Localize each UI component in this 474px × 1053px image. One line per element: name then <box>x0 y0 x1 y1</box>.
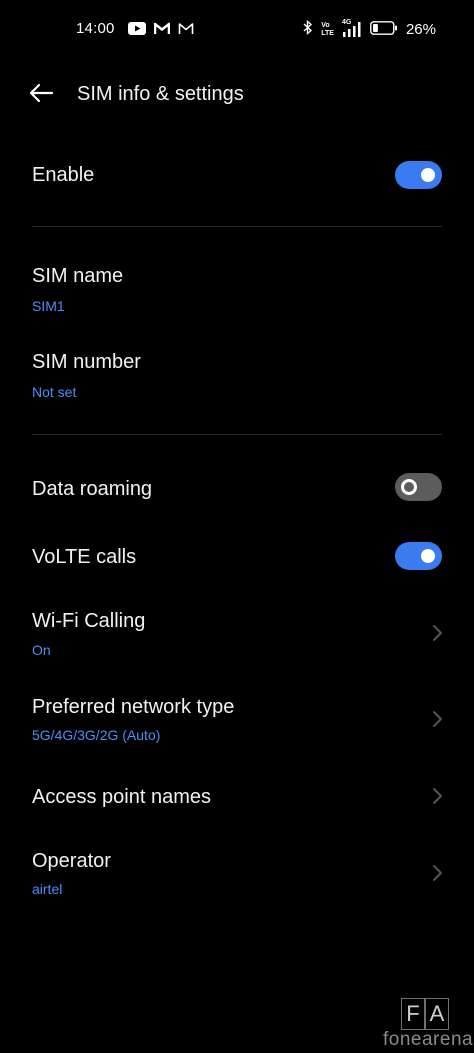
divider <box>32 226 442 227</box>
battery-percent: 26% <box>405 21 436 38</box>
enable-setting[interactable]: Enable <box>0 148 474 204</box>
data-roaming-toggle[interactable] <box>395 473 442 501</box>
fonearena-watermark: F A fonearena <box>383 998 474 1053</box>
watermark-letter: A <box>425 998 449 1030</box>
volte-calls-label: VoLTE calls <box>32 546 137 568</box>
toggle-knob <box>401 479 417 495</box>
wifi-calling-value: On <box>32 642 51 658</box>
gmail-icon <box>178 22 194 40</box>
preferred-network-type-setting[interactable]: Preferred network type 5G/4G/3G/2G (Auto… <box>0 684 474 752</box>
youtube-icon <box>128 22 146 40</box>
enable-toggle[interactable] <box>395 161 442 189</box>
app-bar: SIM info & settings <box>0 74 474 118</box>
signal-4g-icon: 4G <box>342 19 362 37</box>
sim-name-value: SIM1 <box>32 298 65 314</box>
status-bar: 14:00 Vo LTE 4G 26% <box>0 0 474 60</box>
preferred-network-type-value: 5G/4G/3G/2G (Auto) <box>32 727 161 743</box>
access-point-names-setting[interactable]: Access point names <box>0 770 474 826</box>
gmail-icon <box>153 22 171 40</box>
sim-name-label: SIM name <box>32 265 124 287</box>
volte-calls-setting[interactable]: VoLTE calls <box>0 528 474 584</box>
volte-label-bottom: LTE <box>321 29 334 37</box>
arrow-left-icon <box>28 83 54 108</box>
notification-icons <box>128 22 194 40</box>
sim-name-setting[interactable]: SIM name SIM1 <box>0 252 474 320</box>
back-button[interactable] <box>24 80 58 110</box>
operator-label: Operator <box>32 850 111 872</box>
system-icons: Vo LTE 4G 26% <box>303 19 436 39</box>
volte-icon: Vo LTE <box>321 22 334 38</box>
chevron-right-icon <box>430 786 444 806</box>
watermark-letter: F <box>401 998 425 1030</box>
preferred-network-type-label: Preferred network type <box>32 696 235 718</box>
sim-number-value: Not set <box>32 384 77 400</box>
operator-setting[interactable]: Operator airtel <box>0 838 474 906</box>
operator-value: airtel <box>32 881 63 897</box>
page-title: SIM info & settings <box>77 83 244 105</box>
sim-number-setting[interactable]: SIM number Not set <box>0 338 474 406</box>
wifi-calling-label: Wi-Fi Calling <box>32 610 146 632</box>
divider <box>32 434 442 435</box>
bluetooth-icon <box>303 19 313 39</box>
chevron-right-icon <box>430 623 444 643</box>
sim-number-label: SIM number <box>32 351 141 373</box>
volte-calls-toggle[interactable] <box>395 542 442 570</box>
volte-label-top: Vo <box>321 21 330 29</box>
watermark-text: fonearena <box>383 1029 474 1050</box>
chevron-right-icon <box>430 709 444 729</box>
status-time: 14:00 <box>76 20 115 37</box>
data-roaming-setting[interactable]: Data roaming <box>0 460 474 516</box>
wifi-calling-setting[interactable]: Wi-Fi Calling On <box>0 598 474 666</box>
toggle-knob <box>421 168 435 182</box>
enable-label: Enable <box>32 164 95 186</box>
toggle-knob <box>421 549 435 563</box>
chevron-right-icon <box>430 863 444 883</box>
data-roaming-label: Data roaming <box>32 478 153 500</box>
battery-icon <box>370 20 398 39</box>
access-point-names-label: Access point names <box>32 786 211 808</box>
